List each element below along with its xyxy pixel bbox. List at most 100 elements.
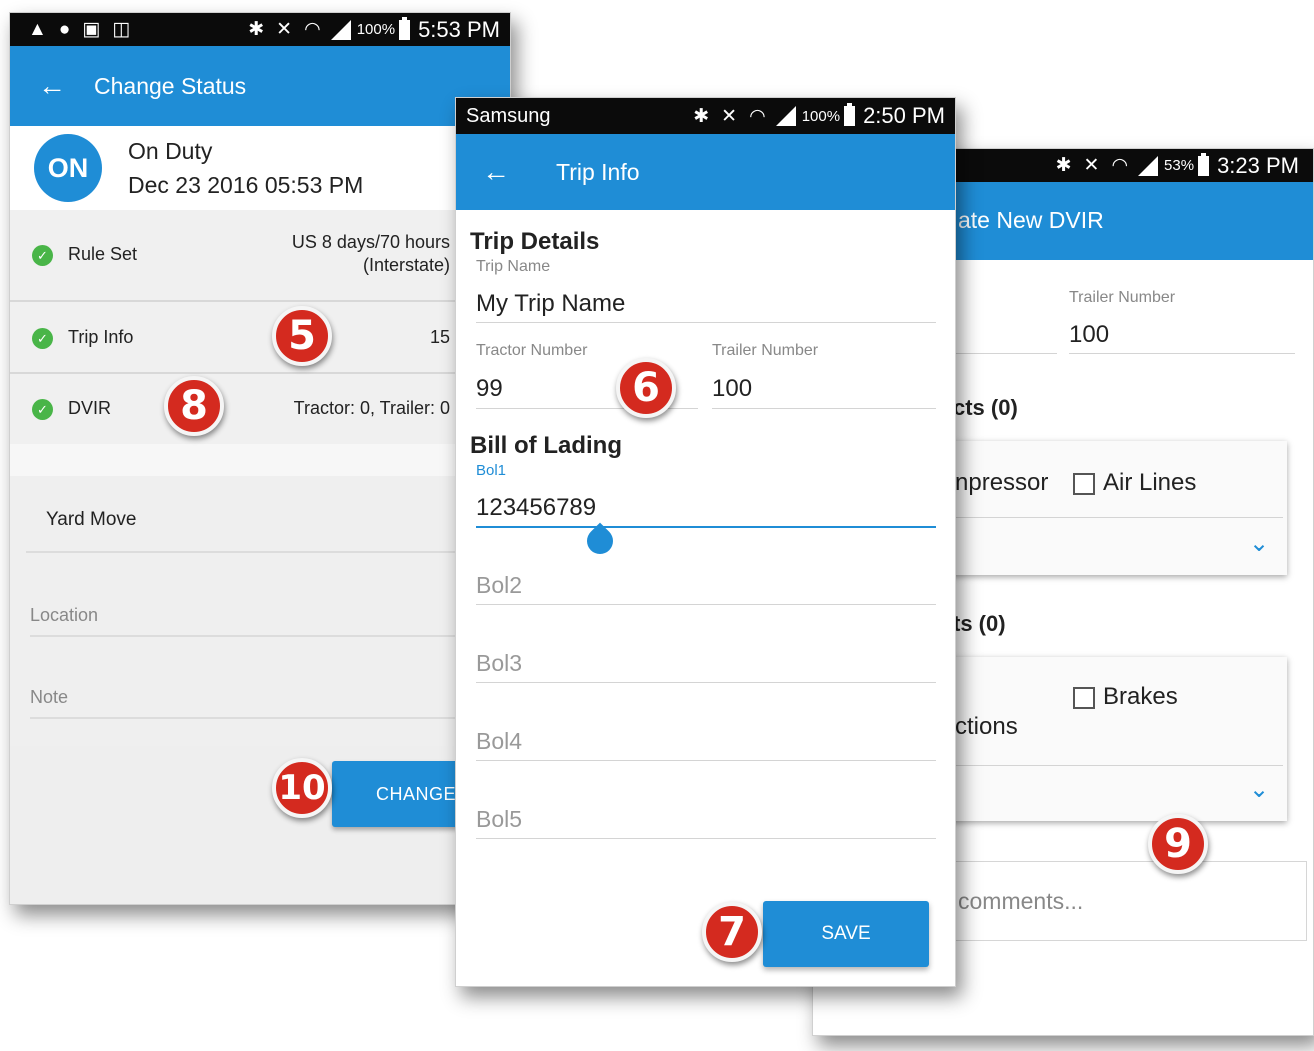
comments-input[interactable]: comments...: [933, 861, 1307, 941]
callout-7: 7: [702, 902, 762, 962]
compressor-item[interactable]: npressor: [955, 469, 1048, 497]
connections-item[interactable]: ctions: [955, 713, 1018, 741]
tractor-number-label: Tractor Number: [476, 342, 588, 359]
dvir-value: Tractor: 0, Trailer: 0: [293, 398, 450, 418]
chevron-down-icon[interactable]: ⌄: [1249, 775, 1269, 804]
change-status-screen: ▲ ● ▣ ◫ ✱ ✕ ◠ 100% 5:53 PM ← Change Stat…: [9, 12, 511, 905]
bol2-underline: [476, 604, 936, 605]
bol1-input[interactable]: 123456789: [476, 494, 596, 522]
trip-name-label: Trip Name: [476, 258, 551, 275]
check-icon: ✓: [32, 245, 53, 266]
clock: 2:50 PM: [863, 103, 945, 128]
trip-details-heading: Trip Details: [470, 228, 600, 255]
wifi-icon: ◠: [749, 105, 766, 127]
note-input[interactable]: Note: [30, 687, 68, 708]
text-cursor-handle[interactable]: [581, 522, 619, 560]
signal-icon: [1138, 155, 1159, 176]
callout-9: 9: [1148, 814, 1208, 874]
trailer-defects-card: Brakes ctions ⌄: [933, 657, 1287, 821]
alert-icon: ●: [58, 18, 71, 40]
back-arrow-icon[interactable]: ←: [482, 156, 510, 188]
status-bar: ▲ ● ▣ ◫ ✱ ✕ ◠ 100% 5:53 PM: [10, 13, 510, 46]
trip-info-screen: Samsung ✱ ✕ ◠ 100% 2:50 PM ← Trip Info T…: [455, 97, 956, 987]
check-icon: ✓: [32, 328, 53, 349]
trip-info-label: Trip Info: [68, 327, 134, 347]
trip-info-value: 15: [429, 327, 450, 347]
location-underline: [30, 635, 510, 637]
trailer-number-label: Trailer Number: [1069, 289, 1176, 306]
air-lines-checkbox[interactable]: Air Lines: [1073, 469, 1196, 497]
duty-badge: ON: [34, 134, 102, 202]
signal-icon: [330, 19, 351, 40]
bluetooth-icon: ✱: [248, 19, 265, 40]
bol5-input[interactable]: Bol5: [476, 806, 522, 833]
trailer-number-input[interactable]: 100: [712, 375, 752, 403]
trailer-defects-heading: ts (0): [953, 611, 1006, 636]
trailer-number-label: Trailer Number: [712, 342, 819, 359]
back-arrow-icon[interactable]: ←: [38, 70, 66, 102]
card-divider: [933, 765, 1283, 766]
bol4-underline: [476, 760, 936, 761]
yard-move-divider: [26, 551, 510, 553]
signal-icon: [775, 106, 796, 126]
app-bar: ← Change Status: [10, 46, 510, 126]
bol2-input[interactable]: Bol2: [476, 572, 522, 599]
checkbox-icon: [1073, 472, 1095, 495]
save-button[interactable]: SAVE: [763, 901, 929, 967]
duty-status: On Duty: [128, 138, 213, 164]
mute-icon: ✕: [721, 105, 738, 127]
checkbox-icon: [1073, 686, 1095, 709]
warning-icon: ▲: [28, 18, 47, 40]
battery-icon: [844, 103, 856, 126]
clock: 5:53 PM: [418, 16, 500, 42]
duty-status-header: ON On Duty Dec 23 2016 05:53 PM: [10, 126, 510, 210]
image-icon: ▣: [82, 19, 101, 40]
page-title: Change Status: [94, 72, 247, 99]
bol3-underline: [476, 682, 936, 683]
tractor-defects-heading: cts (0): [953, 395, 1018, 420]
inbox-icon: ◫: [112, 19, 131, 40]
mute-icon: ✕: [1083, 155, 1100, 176]
trailer-number-field[interactable]: 100: [1069, 321, 1109, 349]
callout-5: 5: [272, 306, 332, 366]
rule-set-label: Rule Set: [68, 244, 138, 264]
rule-set-value-sub: (Interstate): [362, 255, 450, 275]
rule-set-row[interactable]: ✓ Rule Set US 8 days/70 hours (Interstat…: [10, 210, 510, 302]
trip-info-row[interactable]: ✓ Trip Info 15: [10, 302, 510, 374]
tractor-defects-card: npressor Air Lines ⌄: [933, 441, 1287, 575]
bill-of-lading-heading: Bill of Lading: [470, 432, 622, 459]
brakes-checkbox[interactable]: Brakes: [1073, 683, 1178, 711]
dvir-row[interactable]: ✓ DVIR Tractor: 0, Trailer: 0: [10, 374, 510, 444]
battery-icon: [399, 16, 411, 40]
wifi-icon: ◠: [1111, 155, 1129, 176]
tractor-number-input[interactable]: 99: [476, 375, 503, 403]
card-divider: [933, 517, 1283, 518]
section-gap: [10, 444, 510, 476]
chevron-down-icon[interactable]: ⌄: [1249, 529, 1269, 558]
wifi-icon: ◠: [304, 19, 321, 40]
yard-move-label[interactable]: Yard Move: [46, 509, 136, 531]
trip-name-underline: [476, 322, 936, 323]
bol4-input[interactable]: Bol4: [476, 728, 522, 755]
note-underline: [30, 717, 510, 719]
page-title: Trip Info: [556, 158, 640, 185]
battery-percent: 100%: [356, 21, 396, 38]
callout-8: 8: [164, 376, 224, 436]
bol5-underline: [476, 838, 936, 839]
callout-6: 6: [616, 358, 676, 418]
battery-percent: 53%: [1164, 157, 1195, 174]
mute-icon: ✕: [276, 19, 293, 40]
bluetooth-icon: ✱: [1055, 155, 1072, 176]
trailer-underline: [1069, 353, 1295, 354]
composite-screenshot: ✱ ✕ ◠ 53% 3:23 PM ate New DVIR Trailer N…: [0, 0, 1314, 1051]
air-lines-label: Air Lines: [1103, 469, 1197, 496]
callout-10: 10: [272, 758, 332, 818]
status-bar: Samsung ✱ ✕ ◠ 100% 2:50 PM: [456, 98, 955, 134]
comments-placeholder: comments...: [958, 888, 1084, 914]
location-input[interactable]: Location: [30, 605, 98, 626]
battery-icon: [1198, 152, 1210, 176]
bol3-input[interactable]: Bol3: [476, 650, 522, 677]
page-title: ate New DVIR: [958, 207, 1104, 233]
trip-name-input[interactable]: My Trip Name: [476, 290, 625, 318]
clock: 3:23 PM: [1217, 152, 1299, 178]
